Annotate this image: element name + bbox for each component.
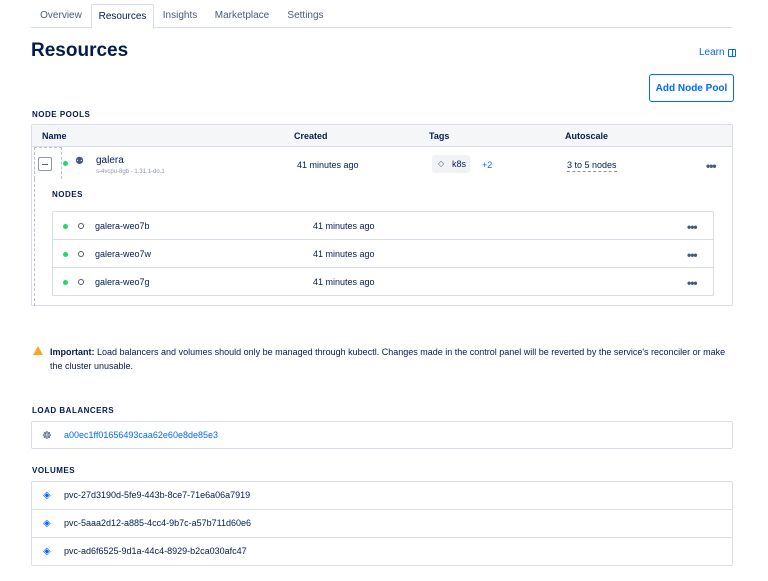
- table-row[interactable]: galera-weo7b 41 minutes ago •••: [53, 212, 713, 240]
- tag-chip[interactable]: ◇ k8s: [432, 155, 470, 173]
- column-autoscale: Autoscale: [565, 131, 609, 141]
- tab-resources[interactable]: Resources: [91, 4, 154, 29]
- book-icon: [727, 48, 736, 57]
- node-pools-header: Name Created Tags Autoscale: [32, 125, 732, 147]
- tab-bar: Overview Resources Insights Marketplace …: [31, 4, 733, 29]
- tag-label: k8s: [452, 159, 467, 169]
- column-name: Name: [42, 131, 67, 141]
- page-title: Resources: [31, 40, 129, 61]
- learn-label: Learn: [699, 47, 725, 58]
- node-created: 41 minutes ago: [313, 277, 375, 287]
- status-running-icon: [63, 252, 68, 257]
- list-item[interactable]: ◈ pvc-5aaa2d12-a885-4cc4-9b7c-a57b711d60…: [32, 510, 732, 538]
- node-icon: [78, 279, 84, 285]
- node-pool-size: s-4vcpu-8gb - 1.31.1-do.1: [96, 169, 165, 175]
- volume-icon: ◈: [43, 490, 51, 501]
- node-pool-icon: ⚉: [75, 156, 84, 167]
- nodes-list: galera-weo7b 41 minutes ago ••• galera-w…: [52, 211, 714, 296]
- table-row[interactable]: galera-weo7g 41 minutes ago •••: [53, 268, 713, 296]
- warning-strong: Important:: [50, 347, 95, 357]
- node-name[interactable]: galera-weo7w: [95, 249, 151, 259]
- node-name[interactable]: galera-weo7g: [95, 277, 150, 287]
- status-running-icon: [63, 280, 68, 285]
- load-balancer-icon: ☸: [42, 430, 52, 442]
- add-node-pool-button[interactable]: Add Node Pool: [649, 74, 734, 102]
- status-running-icon: [63, 224, 68, 229]
- list-item[interactable]: ◈ pvc-27d3190d-5fe9-443b-8ce7-71e6a06a79…: [32, 482, 732, 510]
- list-item[interactable]: ◈ pvc-ad6f6525-9d1a-44c4-8929-b2ca030afc…: [32, 538, 732, 566]
- warning-icon: [33, 346, 43, 355]
- volume-name[interactable]: pvc-5aaa2d12-a885-4cc4-9b7c-a57b711d60e6: [64, 518, 251, 528]
- status-running-icon: [63, 161, 68, 166]
- node-created: 41 minutes ago: [313, 249, 375, 259]
- node-pool-created: 41 minutes ago: [297, 160, 359, 170]
- tab-settings[interactable]: Settings: [278, 4, 333, 28]
- tab-overview[interactable]: Overview: [31, 4, 91, 28]
- node-icon: [78, 251, 84, 257]
- volume-icon: ◈: [43, 518, 51, 529]
- more-options-icon[interactable]: •••: [687, 277, 698, 289]
- node-pools-table: Name Created Tags Autoscale ⚉ galera s-4…: [31, 124, 733, 306]
- volume-icon: ◈: [43, 546, 51, 557]
- volumes-list: ◈ pvc-27d3190d-5fe9-443b-8ce7-71e6a06a79…: [31, 481, 733, 566]
- autoscale-value[interactable]: 3 to 5 nodes: [567, 160, 617, 172]
- tab-marketplace[interactable]: Marketplace: [206, 4, 278, 28]
- volumes-heading: VOLUMES: [32, 466, 76, 475]
- tab-insights[interactable]: Insights: [154, 4, 206, 28]
- column-created: Created: [294, 131, 328, 141]
- collapse-toggle-button[interactable]: [38, 157, 52, 171]
- table-row[interactable]: galera-weo7w 41 minutes ago •••: [53, 240, 713, 268]
- node-created: 41 minutes ago: [313, 221, 375, 231]
- volume-name[interactable]: pvc-27d3190d-5fe9-443b-8ce7-71e6a06a7919: [64, 490, 250, 500]
- node-pools-heading: NODE POOLS: [32, 110, 91, 119]
- volume-name[interactable]: pvc-ad6f6525-9d1a-44c4-8929-b2ca030afc47: [64, 546, 247, 556]
- learn-link[interactable]: Learn: [699, 47, 736, 58]
- warning-text: Important: Load balancers and volumes sh…: [50, 345, 740, 373]
- node-pool-row[interactable]: ⚉ galera s-4vcpu-8gb - 1.31.1-do.1 41 mi…: [32, 147, 732, 179]
- more-tags-link[interactable]: +2: [482, 160, 492, 170]
- more-options-icon[interactable]: •••: [706, 160, 717, 172]
- column-tags: Tags: [429, 131, 450, 141]
- list-item[interactable]: ☸ a00ec1ff01656493caa62e60e8de85e3: [31, 421, 733, 449]
- node-name[interactable]: galera-weo7b: [95, 221, 150, 231]
- load-balancer-link[interactable]: a00ec1ff01656493caa62e60e8de85e3: [64, 430, 218, 440]
- node-pool-name[interactable]: galera: [96, 155, 124, 166]
- node-icon: [78, 223, 84, 229]
- more-options-icon[interactable]: •••: [687, 221, 698, 233]
- tag-icon: ◇: [438, 159, 445, 168]
- more-options-icon[interactable]: •••: [687, 249, 698, 261]
- nodes-heading: NODES: [52, 190, 83, 199]
- expanded-guide: [34, 179, 35, 306]
- warning-body: Load balancers and volumes should only b…: [50, 347, 726, 371]
- load-balancers-heading: LOAD BALANCERS: [32, 406, 115, 415]
